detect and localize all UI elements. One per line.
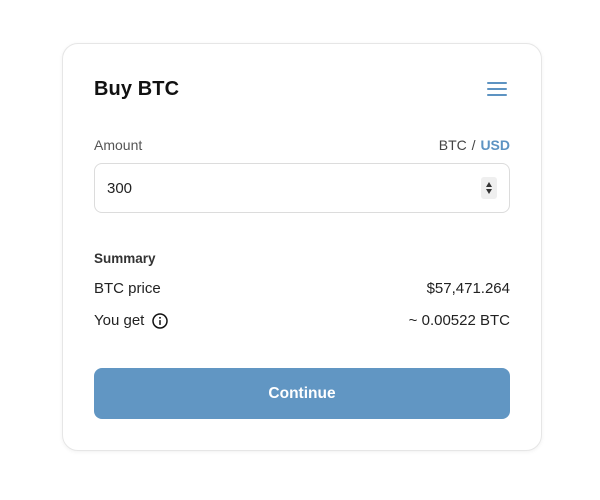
card-title: Buy BTC: [94, 78, 180, 100]
you-get-label-text: You get: [94, 312, 145, 329]
summary-heading: Summary: [94, 251, 156, 266]
btc-price-value: $57,471.264: [426, 280, 510, 297]
continue-button[interactable]: Continue: [94, 368, 510, 419]
currency-separator: /: [471, 137, 476, 153]
currency-option-btc[interactable]: BTC: [439, 137, 467, 153]
amount-input[interactable]: [107, 176, 467, 200]
currency-toggle: BTC / USD: [439, 137, 510, 153]
you-get-label: You get: [94, 312, 169, 329]
buy-card: Buy BTC Amount BTC / USD Summary BTC pri…: [62, 43, 542, 451]
info-icon[interactable]: [152, 312, 169, 329]
btc-price-label-text: BTC price: [94, 280, 161, 297]
btc-price-label: BTC price: [94, 280, 161, 297]
increment-arrow-icon[interactable]: [486, 182, 492, 187]
menu-button[interactable]: [484, 78, 510, 100]
amount-field-container: [94, 163, 510, 213]
you-get-value: ~ 0.00522 BTC: [408, 312, 510, 329]
decrement-arrow-icon[interactable]: [486, 189, 492, 194]
amount-stepper[interactable]: [481, 177, 497, 199]
currency-option-usd[interactable]: USD: [480, 137, 510, 153]
amount-label: Amount: [94, 137, 143, 153]
hamburger-menu-icon: [487, 82, 507, 96]
